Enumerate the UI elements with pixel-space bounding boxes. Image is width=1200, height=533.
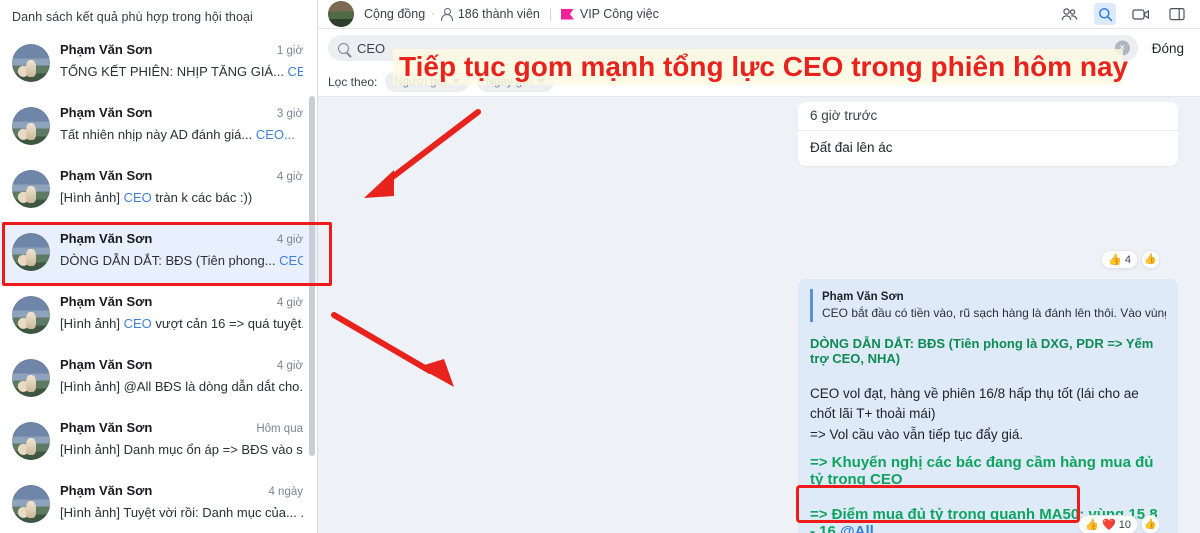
list-item[interactable]: Phạm Văn Sơn Hôm qua [Hình ảnh] Danh mục… [0, 411, 317, 474]
filter-sender-dropdown[interactable]: Người gửi [385, 71, 469, 92]
chevron-down-icon [537, 79, 546, 84]
avatar [12, 485, 50, 523]
reaction-count: 4 [1124, 253, 1131, 266]
reaction-emoji-heart: ❤️ [1102, 519, 1116, 531]
result-timestamp: Hôm qua [256, 423, 303, 435]
divider [549, 7, 551, 21]
quoted-message[interactable]: Phạm Văn Sơn CEO bắt đầu có tiền vào, rũ… [810, 289, 1166, 322]
conversation-header: Cộng đồng · 186 thành viên VIP Công việc [318, 0, 1200, 29]
meta-separator: · [431, 8, 435, 20]
avatar [12, 233, 50, 271]
list-item[interactable]: Phạm Văn Sơn 3 giờ Tất nhiên nhịp này AD… [0, 96, 317, 159]
message-recommendation: => Khuyến nghị các bác đang cầm hàng mua… [810, 453, 1154, 488]
result-timestamp: 4 giờ [276, 234, 303, 246]
reaction-group[interactable]: 👍 ❤️ 10 [1078, 515, 1138, 533]
member-count-label: 186 thành viên [457, 7, 540, 21]
result-snippet: Tất nhiên nhịp này AD đánh giá... CEO... [60, 127, 295, 142]
message-reactions: 👍 4 👍 [1101, 250, 1160, 269]
result-snippet: DÒNG DẪN DẮT: BĐS (Tiên phong... CEO... [60, 253, 303, 268]
chat-message-area: 6 giờ trước Đất đai lên ác 👍 4 👍 Phạm Vă… [318, 97, 1200, 533]
result-sender-name: Phạm Văn Sơn [60, 231, 153, 246]
filter-sender-label: Người gửi [394, 75, 447, 88]
message-body-line-1: CEO vol đạt, hàng về phiên 16/8 hấp thụ … [810, 386, 1139, 422]
conversation-meta: Cộng đồng · 186 thành viên VIP Công việc [364, 7, 659, 21]
reaction-count: 10 [1118, 518, 1131, 531]
result-timestamp: 4 giờ [276, 171, 303, 183]
avatar [12, 422, 50, 460]
sidebar-scrollbar[interactable] [309, 96, 315, 456]
message-text: Đất đai lên ác [810, 140, 893, 155]
result-timestamp: 4 ngày [268, 486, 303, 498]
list-item[interactable]: Phạm Văn Sơn 4 ngày [Hình ảnh] Tuyệt vời… [0, 474, 317, 533]
result-timestamp: 4 giờ [276, 297, 303, 309]
message-timestamp: 6 giờ trước [798, 102, 1178, 131]
result-sender-name: Phạm Văn Sơn [60, 105, 153, 120]
message-reactions: 👍 ❤️ 10 👍 [1078, 515, 1160, 533]
avatar [12, 170, 50, 208]
result-snippet: [Hình ảnh] Danh mục ổn áp => BĐS vào s..… [60, 442, 303, 457]
result-sender-name: Phạm Văn Sơn [60, 357, 153, 372]
result-sender-name: Phạm Văn Sơn [60, 168, 153, 183]
result-sender-name: Phạm Văn Sơn [60, 483, 153, 498]
add-reaction-button[interactable]: 👍 [1141, 250, 1160, 269]
result-timestamp: 3 giờ [276, 108, 303, 120]
close-search-button[interactable]: Đóng [1148, 41, 1188, 56]
avatar [12, 44, 50, 82]
avatar [12, 107, 50, 145]
flag-icon [560, 8, 574, 20]
result-sender-name: Phạm Văn Sơn [60, 420, 153, 435]
reaction-thumbsup[interactable]: 👍 4 [1101, 250, 1138, 269]
result-snippet: [Hình ảnh] CEO vượt cản 16 => quá tuyệt.… [60, 316, 303, 331]
sidebar-subtitle: Danh sách kết quả phù hợp trong hội thoạ… [12, 10, 253, 24]
result-timestamp: 1 giờ [276, 45, 303, 57]
list-item[interactable]: Phạm Văn Sơn 4 giờ [Hình ảnh] CEO vượt c… [0, 285, 317, 348]
result-snippet: [Hình ảnh] @All BĐS là dòng dẫn dắt cho.… [60, 379, 303, 394]
avatar [12, 359, 50, 397]
search-icon[interactable] [1094, 3, 1116, 25]
result-snippet: [Hình ảnh] CEO tràn k các bác :)) [60, 190, 253, 205]
filter-date-dropdown[interactable]: Ngày gửi [476, 71, 555, 92]
list-item-selected[interactable]: Phạm Văn Sơn 4 giờ DÒNG DẪN DẮT: BĐS (Ti… [0, 222, 317, 285]
quote-sender-name: Phạm Văn Sơn [822, 291, 904, 303]
list-item[interactable]: Phạm Văn Sơn 1 giờ TỔNG KẾT PHIÊN: NHỊP … [0, 33, 317, 96]
reaction-emoji-thumbsup: 👍 [1085, 519, 1100, 531]
avatar [12, 296, 50, 334]
list-item[interactable]: Phạm Văn Sơn 4 giờ [Hình ảnh] @All BĐS l… [0, 348, 317, 411]
result-timestamp: 4 giờ [276, 360, 303, 372]
chevron-down-icon [451, 79, 460, 84]
filter-bar: Lọc theo: Người gửi Ngày gửi [318, 67, 1200, 97]
result-sender-name: Phạm Văn Sơn [60, 294, 153, 309]
result-sender-name: Phạm Văn Sơn [60, 42, 153, 57]
group-tag-label: VIP Công việc [579, 7, 659, 21]
result-snippet: [Hình ảnh] Tuyệt vời rồi: Danh mục của..… [60, 505, 303, 520]
search-input-value: CEO [357, 40, 386, 56]
header-actions [1058, 3, 1188, 25]
members-icon[interactable] [1058, 3, 1080, 25]
clear-search-button[interactable]: × [1114, 40, 1130, 56]
message-body-line-2: => Vol cầu vào vẫn tiếp tục đẩy giá. [810, 426, 1024, 442]
mention-all: @All [840, 522, 874, 533]
reaction-emoji: 👍 [1108, 254, 1122, 266]
filter-label: Lọc theo: [328, 74, 378, 89]
group-avatar [328, 1, 354, 27]
conversation-panel: Cộng đồng · 186 thành viên VIP Công việc [318, 0, 1200, 533]
search-result-list: Phạm Văn Sơn 1 giờ TỔNG KẾT PHIÊN: NHỊP … [0, 33, 317, 533]
message-bubble[interactable]: Phạm Văn Sơn CEO bắt đầu có tiền vào, rũ… [798, 279, 1178, 533]
message-heading: DÒNG DẪN DẮT: BĐS (Tiên phong là DXG, PD… [810, 336, 1154, 366]
add-reaction-button[interactable]: 👍 [1141, 515, 1160, 533]
search-icon [338, 42, 349, 54]
search-input[interactable]: CEO × [328, 35, 1138, 61]
group-type-label: Cộng đồng [364, 7, 426, 21]
video-call-icon[interactable] [1130, 3, 1152, 25]
list-item[interactable]: Phạm Văn Sơn 4 giờ [Hình ảnh] CEO tràn k… [0, 159, 317, 222]
search-bar: CEO × Đóng [318, 29, 1200, 67]
search-results-sidebar: Danh sách kết quả phù hợp trong hội thoạ… [0, 0, 318, 533]
result-snippet: TỔNG KẾT PHIÊN: NHỊP TĂNG GIÁ... CEO... [60, 64, 303, 79]
person-icon [441, 8, 454, 21]
filter-date-label: Ngày gửi [485, 75, 533, 88]
app-root: Danh sách kết quả phù hợp trong hội thoạ… [0, 0, 1200, 533]
message-card[interactable]: 6 giờ trước Đất đai lên ác [798, 102, 1178, 166]
quote-text: CEO bắt đầu có tiền vào, rũ sạch hàng là… [822, 306, 1166, 320]
sidebar-panel-icon[interactable] [1166, 3, 1188, 25]
